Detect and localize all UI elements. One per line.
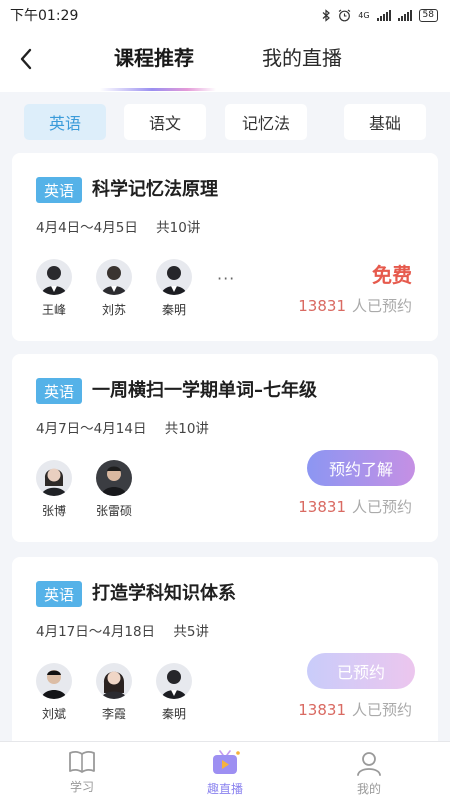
nav-item-live[interactable]: 趣直播 (195, 750, 255, 797)
teacher-avatar (96, 460, 132, 496)
course-schedule: 4月4日～4月5日 共10讲 (36, 216, 200, 236)
bluetooth-icon (322, 8, 331, 22)
more-teachers-ellipsis: ··· (217, 269, 236, 288)
tab-my-live[interactable]: 我的直播 (262, 42, 342, 71)
nav-item-study[interactable]: 学习 (52, 750, 112, 795)
category-filter-bar: 英语 语文 记忆法 基础 (0, 104, 450, 144)
teacher-item: 李霞 (92, 663, 136, 722)
status-bar: 下午01:29 4G 58 (0, 0, 450, 30)
course-title: 一周横扫一学期单词–七年级 (92, 380, 317, 401)
teacher-item: 刘苏 (92, 259, 136, 318)
booked-number: 13831 (298, 297, 346, 315)
tv-play-icon (213, 750, 240, 774)
course-schedule: 4月17日～4月18日 共5讲 (36, 620, 209, 640)
booked-number: 13831 (298, 498, 346, 516)
course-card[interactable]: 英语 科学记忆法原理 4月4日～4月5日 共10讲 王峰 刘苏 秦明 ··· 免… (12, 153, 438, 341)
nav-label: 学习 (69, 780, 94, 794)
nav-label: 趣直播 (206, 782, 243, 796)
teacher-avatar (96, 663, 132, 699)
booked-label: 人已预约 (351, 297, 412, 315)
teacher-avatar (156, 259, 192, 295)
booked-label: 人已预约 (351, 498, 412, 516)
teacher-name: 刘苏 (101, 303, 126, 317)
teacher-avatar (36, 460, 72, 496)
reserve-info-button[interactable]: 预约了解 (307, 450, 415, 486)
course-dates: 4月4日～4月5日 (36, 220, 138, 236)
person-icon (357, 752, 381, 776)
booked-number: 13831 (298, 701, 346, 719)
course-title: 科学记忆法原理 (92, 179, 218, 200)
teacher-name: 秦明 (161, 707, 186, 721)
course-lesson-count: 共10讲 (156, 220, 201, 236)
battery-indicator: 58 (418, 8, 438, 22)
subject-tag: 英语 (36, 378, 82, 404)
teacher-avatar (36, 663, 72, 699)
teacher-item: 秦明 (152, 259, 196, 318)
teacher-name: 秦明 (161, 303, 186, 317)
course-card[interactable]: 英语 一周横扫一学期单词–七年级 4月7日～4月14日 共10讲 张博 张雷硕 … (12, 354, 438, 542)
subject-tag: 英语 (36, 581, 82, 607)
course-dates: 4月17日～4月18日 (36, 624, 156, 640)
signal-strength-icon (376, 9, 391, 21)
nav-label: 我的 (356, 782, 381, 796)
teacher-item: 秦明 (152, 663, 196, 722)
teacher-name: 李霞 (101, 707, 126, 721)
active-tab-indicator (100, 88, 216, 91)
teacher-item: 张博 (32, 460, 76, 519)
back-button[interactable] (12, 44, 40, 74)
teacher-name: 刘斌 (41, 707, 66, 721)
reserved-button[interactable]: 已预约 (307, 653, 415, 689)
course-lesson-count: 共10讲 (164, 421, 209, 437)
signal-strength-icon-2 (397, 9, 412, 21)
book-icon (69, 751, 95, 773)
booked-label: 人已预约 (351, 701, 412, 719)
nav-item-mine[interactable]: 我的 (339, 750, 399, 797)
teacher-avatar (36, 259, 72, 295)
teacher-item: 张雷硕 (92, 460, 136, 519)
category-chip-english[interactable]: 英语 (24, 104, 106, 140)
teacher-item: 刘斌 (32, 663, 76, 722)
tab-course-recommend[interactable]: 课程推荐 (114, 42, 194, 71)
category-chip-chinese[interactable]: 语文 (124, 104, 206, 140)
category-chip-memory[interactable]: 记忆法 (225, 104, 307, 140)
teacher-avatar (156, 663, 192, 699)
course-card[interactable]: 英语 打造学科知识体系 4月17日～4月18日 共5讲 刘斌 李霞 秦明 已预约… (12, 557, 438, 757)
category-chip-basics[interactable]: 基础 (344, 104, 426, 140)
teacher-item: 王峰 (32, 259, 76, 318)
teacher-avatar (96, 259, 132, 295)
course-lesson-count: 共5讲 (173, 624, 209, 640)
teacher-name: 张博 (41, 504, 66, 518)
status-icons: 4G 58 (322, 8, 438, 22)
price-label: 免费 (372, 263, 412, 287)
course-title: 打造学科知识体系 (92, 583, 236, 604)
bottom-tab-bar: 学习 趣直播 我的 (0, 741, 450, 800)
booked-count: 13831 人已预约 (298, 295, 412, 316)
status-time: 下午01:29 (10, 8, 79, 24)
top-nav-header: 课程推荐 我的直播 (0, 30, 450, 92)
course-schedule: 4月7日～4月14日 共10讲 (36, 417, 209, 437)
teacher-name: 张雷硕 (95, 504, 132, 518)
booked-count: 13831 人已预约 (298, 699, 412, 720)
chevron-left-icon (20, 48, 32, 70)
teacher-name: 王峰 (41, 303, 66, 317)
alarm-icon (338, 9, 351, 21)
subject-tag: 英语 (36, 177, 82, 203)
booked-count: 13831 人已预约 (298, 496, 412, 517)
network-type-label: 4G (358, 10, 370, 20)
course-dates: 4月7日～4月14日 (36, 421, 147, 437)
